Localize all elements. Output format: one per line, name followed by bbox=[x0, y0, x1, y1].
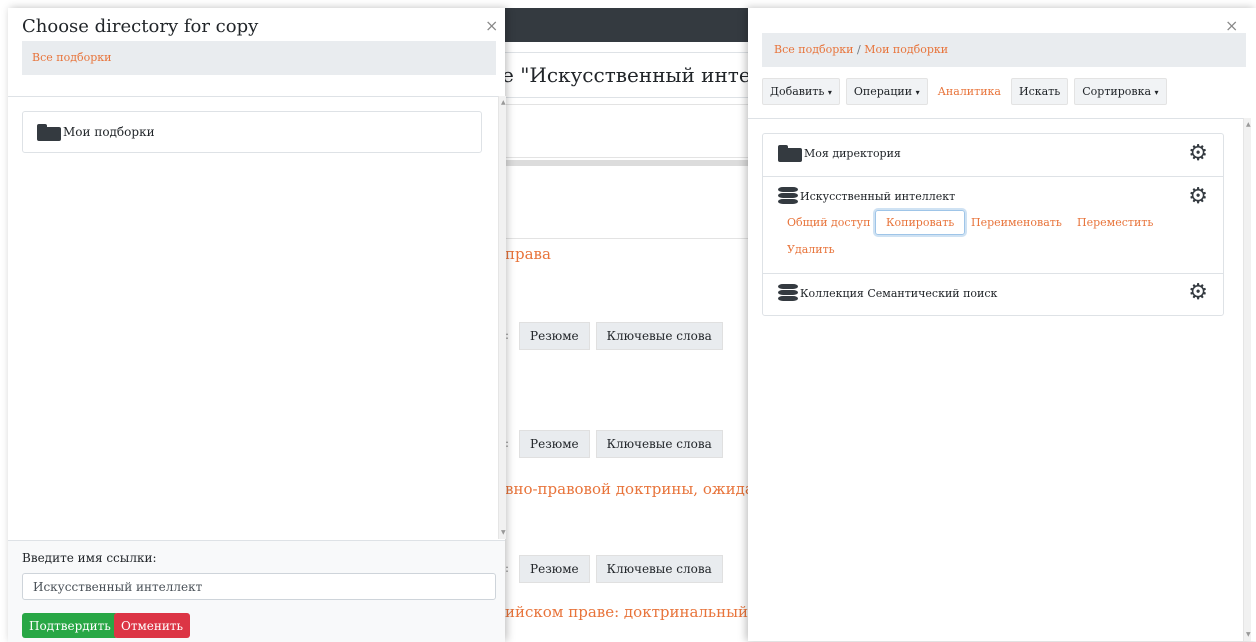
directory-item[interactable]: Мои подборки bbox=[22, 111, 482, 153]
item-name: Искусственный интеллект bbox=[800, 189, 956, 203]
item-name: Коллекция Семантический поиск bbox=[800, 286, 998, 300]
summary-button[interactable]: Резюме bbox=[519, 555, 590, 583]
document-link[interactable]: права bbox=[505, 245, 748, 263]
document-link[interactable]: ийском праве: доктринальный ана bbox=[505, 603, 748, 621]
item-name: Моя директория bbox=[804, 147, 901, 160]
colon: : bbox=[505, 436, 510, 450]
document-buttons: : Резюме Ключевые слова bbox=[505, 322, 723, 350]
close-icon[interactable]: × bbox=[1225, 18, 1238, 34]
list-item[interactable]: Коллекция Семантический поиск ⚙ bbox=[763, 274, 1223, 316]
share-link[interactable]: Общий доступ bbox=[787, 216, 870, 229]
link-name-input[interactable] bbox=[22, 573, 496, 600]
cancel-button[interactable]: Отменить bbox=[114, 613, 191, 638]
panel-title: Choose directory for copy bbox=[22, 16, 259, 37]
scrollbar[interactable]: ▲ ▼ bbox=[1243, 118, 1251, 641]
scroll-down-icon[interactable]: ▼ bbox=[501, 529, 506, 536]
colon: : bbox=[505, 561, 510, 575]
document-buttons: : Резюме Ключевые слова bbox=[505, 555, 723, 583]
operations-dropdown[interactable]: Операции ▾ bbox=[845, 78, 928, 105]
caret-down-icon: ▾ bbox=[915, 88, 920, 97]
folder-icon bbox=[778, 145, 802, 162]
link-name-label: Введите имя ссылки: bbox=[22, 551, 157, 565]
delete-link[interactable]: Удалить bbox=[787, 243, 835, 256]
summary-button[interactable]: Резюме bbox=[519, 430, 590, 458]
gear-icon[interactable]: ⚙ bbox=[1188, 143, 1208, 165]
breadcrumb: Все подборки bbox=[22, 41, 496, 75]
app-topbar bbox=[505, 8, 748, 42]
summary-button[interactable]: Резюме bbox=[519, 322, 590, 350]
directory-name: Мои подборки bbox=[63, 125, 155, 139]
colon: : bbox=[505, 328, 510, 342]
sort-label: Сортировка bbox=[1082, 85, 1152, 98]
move-link[interactable]: Переместить bbox=[1077, 216, 1153, 229]
breadcrumb-current-link[interactable]: Мои подборки bbox=[864, 43, 948, 56]
copy-directory-panel: Choose directory for copy × Все подборки… bbox=[8, 8, 506, 642]
keywords-button[interactable]: Ключевые слова bbox=[595, 430, 723, 458]
add-dropdown[interactable]: Добавить ▾ bbox=[762, 78, 840, 105]
background-card bbox=[505, 104, 749, 158]
keywords-button[interactable]: Ключевые слова bbox=[595, 555, 723, 583]
search-button[interactable]: Искать bbox=[1010, 78, 1069, 105]
caret-down-icon: ▾ bbox=[827, 88, 832, 97]
sort-dropdown[interactable]: Сортировка ▾ bbox=[1074, 78, 1167, 105]
gear-icon[interactable]: ⚙ bbox=[1188, 282, 1208, 304]
database-icon bbox=[778, 187, 798, 205]
breadcrumb-root-link[interactable]: Все подборки bbox=[22, 51, 111, 64]
keywords-button[interactable]: Ключевые слова bbox=[595, 322, 723, 350]
add-label: Добавить bbox=[770, 85, 825, 98]
breadcrumb: Все подборки / Мои подборки bbox=[762, 33, 1246, 67]
scroll-down-icon[interactable]: ▼ bbox=[1246, 631, 1251, 638]
breadcrumb-root-link[interactable]: Все подборки bbox=[774, 43, 853, 56]
folder-icon bbox=[37, 123, 61, 141]
list-item[interactable]: Моя директория ⚙ bbox=[763, 134, 1223, 177]
operations-label: Операции bbox=[853, 85, 913, 98]
collections-panel: × Все подборки / Мои подборки Добавить ▾… bbox=[748, 8, 1256, 641]
toolbar: Добавить ▾ Операции ▾ Аналитика Искать С… bbox=[762, 78, 1167, 105]
list-item[interactable]: Искусственный интеллект ⚙ Общий доступ К… bbox=[763, 177, 1223, 274]
caret-down-icon: ▾ bbox=[1154, 88, 1159, 97]
document-buttons: : Резюме Ключевые слова bbox=[505, 430, 723, 458]
scroll-up-icon[interactable]: ▲ bbox=[501, 99, 506, 106]
analytics-link[interactable]: Аналитика bbox=[934, 79, 1005, 104]
confirm-button[interactable]: Подтвердить bbox=[22, 613, 118, 638]
gear-icon[interactable]: ⚙ bbox=[1188, 186, 1208, 208]
panel-footer: Введите имя ссылки: Подтвердить Отменить bbox=[8, 540, 505, 642]
copy-link[interactable]: Копировать bbox=[875, 210, 966, 235]
scrollbar[interactable]: ▲ ▼ bbox=[498, 96, 506, 539]
scroll-up-icon[interactable]: ▲ bbox=[1246, 121, 1251, 128]
collection-box: Моя директория ⚙ Искусственный интеллект… bbox=[762, 133, 1224, 316]
close-icon[interactable]: × bbox=[485, 18, 498, 34]
directory-list bbox=[8, 96, 498, 540]
page-title: е "Искусственный интелл bbox=[505, 52, 748, 98]
rename-link[interactable]: Переименовать bbox=[971, 216, 1062, 229]
database-icon bbox=[778, 284, 798, 302]
background-card bbox=[505, 166, 749, 239]
document-link[interactable]: вно-правовой доктрины, ожидающ bbox=[505, 480, 748, 498]
breadcrumb-separator: / bbox=[856, 43, 861, 56]
